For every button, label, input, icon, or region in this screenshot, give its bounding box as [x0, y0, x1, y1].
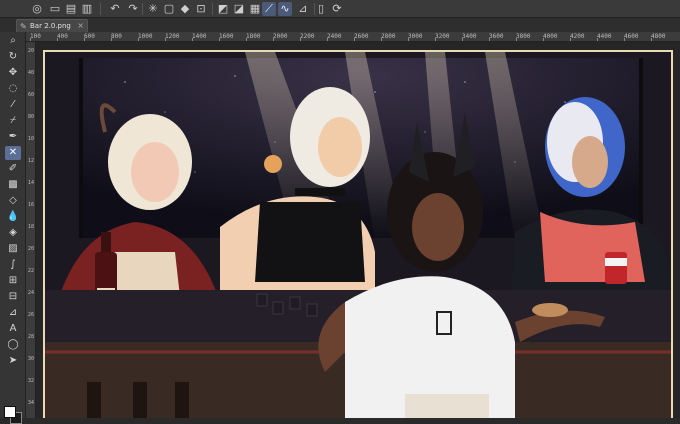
- figure-icon[interactable]: ⊞: [5, 274, 21, 288]
- ruler-top-label: 3600: [489, 33, 504, 40]
- undo-icon[interactable]: ↶: [108, 2, 122, 16]
- fill-bucket-icon[interactable]: ◈: [5, 226, 21, 240]
- open-icon[interactable]: ▭: [48, 2, 62, 16]
- artwork-illustration: [45, 52, 671, 418]
- top-ruler: 100 400 600 800 1000 1200 1400 1600 1800 2000 2200…: [26, 32, 680, 42]
- select-icon[interactable]: ➤: [5, 354, 21, 368]
- ruler-left-label: 26: [27, 312, 35, 318]
- gradient-icon[interactable]: ▨: [5, 242, 21, 256]
- ruler-top-label: 3000: [408, 33, 423, 40]
- ruler-icon[interactable]: ⊿: [296, 2, 310, 16]
- tablet-icon[interactable]: ▯: [314, 2, 328, 16]
- ruler-left-label: 60: [27, 92, 35, 98]
- magic-wand-icon[interactable]: ⁄: [5, 98, 21, 112]
- ruler-left-label: 12: [27, 158, 35, 164]
- artwork-canvas[interactable]: [43, 50, 673, 418]
- ruler-left-label: 18: [27, 224, 35, 230]
- ruler-left-label: 20: [27, 48, 35, 54]
- canvas-area[interactable]: [36, 42, 680, 418]
- ruler-top-label: 3200: [435, 33, 450, 40]
- ruler-top-label: 3400: [462, 33, 477, 40]
- ruler-top-label: 400: [57, 33, 68, 40]
- ruler-left-label: 80: [27, 114, 35, 120]
- eraser-icon[interactable]: ◇: [5, 194, 21, 208]
- ruler-left-label: 34: [27, 400, 35, 406]
- ruler-top-label: 2600: [354, 33, 369, 40]
- move-icon[interactable]: ✥: [5, 66, 21, 80]
- fill-icon[interactable]: ◆: [178, 2, 192, 16]
- export-icon[interactable]: ▥: [80, 2, 94, 16]
- brush-icon[interactable]: ✐: [5, 162, 21, 176]
- ruler-top-label: 2200: [300, 33, 315, 40]
- ruler-top-label: 2400: [327, 33, 342, 40]
- grid-icon[interactable]: ▦: [248, 2, 262, 16]
- ruler-top-label: 4200: [570, 33, 585, 40]
- stabilizer-icon[interactable]: ∿: [278, 2, 292, 16]
- curve-icon[interactable]: ∫: [5, 258, 21, 272]
- document-tab[interactable]: ✎ Bar 2.0.png ×: [16, 19, 88, 32]
- ruler-top-label: 100: [30, 33, 41, 40]
- rotate-view-icon[interactable]: ↻: [5, 50, 21, 64]
- layer-icon[interactable]: ◩: [216, 2, 230, 16]
- left-ruler: 20 40 60 80 10 12 14 16 18 20 22 24 26 28 30 32 34: [26, 42, 36, 418]
- pen-icon[interactable]: ✒: [5, 130, 21, 144]
- ruler-top-label: 600: [84, 33, 95, 40]
- zoom-icon[interactable]: ⌕: [5, 34, 21, 48]
- ruler-top-label: 3800: [516, 33, 531, 40]
- pen-pressure-icon[interactable]: ⟋: [262, 2, 276, 16]
- pattern-icon[interactable]: ▩: [5, 178, 21, 192]
- lasso-icon[interactable]: ◌: [5, 82, 21, 96]
- save-icon[interactable]: ▤: [64, 2, 78, 16]
- ruler-left-label: 30: [27, 356, 35, 362]
- ruler-top-label: 800: [111, 33, 122, 40]
- frame-icon[interactable]: ⊟: [5, 290, 21, 304]
- ruler-top-label: 1600: [219, 33, 234, 40]
- document-tab-label: Bar 2.0.png: [30, 22, 71, 30]
- ruler-top-label: 1200: [165, 33, 180, 40]
- ruler-left-label: 28: [27, 334, 35, 340]
- ruler-left-label: 10: [27, 136, 35, 142]
- foreground-color-swatch[interactable]: [4, 406, 16, 418]
- ruler-top-label: 1400: [192, 33, 207, 40]
- tool-palette: ⌕ ↻ ✥ ◌ ⁄ ⌿ ✒ ✕ ✐ ▩ ◇ 💧 ◈ ▨ ∫ ⊞ ⊟ ⊿ A ◯ …: [0, 32, 26, 424]
- document-tab-strip: ✎ Bar 2.0.png ×: [0, 18, 680, 32]
- ruler-tool-icon[interactable]: ⊿: [5, 306, 21, 320]
- close-icon[interactable]: ×: [77, 20, 84, 32]
- ruler-left-label: 40: [27, 70, 35, 76]
- ruler-top-label: 1000: [138, 33, 153, 40]
- ruler-left-label: 14: [27, 180, 35, 186]
- ruler-top-label: 4400: [597, 33, 612, 40]
- towel: [405, 394, 489, 418]
- ruler-left-label: 32: [27, 378, 35, 384]
- balloon-icon[interactable]: ◯: [5, 338, 21, 352]
- ruler-top-label: 1800: [246, 33, 261, 40]
- ruler-left-label: 24: [27, 290, 35, 296]
- rotate-icon[interactable]: ⟳: [330, 2, 344, 16]
- text-icon[interactable]: A: [5, 322, 21, 336]
- close-tool-icon[interactable]: ✕: [5, 146, 21, 160]
- ruler-top-label: 2800: [381, 33, 396, 40]
- transform-icon[interactable]: ⊡: [194, 2, 208, 16]
- soda-can: [605, 252, 627, 284]
- eyedropper-icon[interactable]: ⌿: [5, 114, 21, 128]
- mask-icon[interactable]: ◪: [232, 2, 246, 16]
- blend-icon[interactable]: 💧: [5, 210, 21, 224]
- brush-file-icon: ✎: [20, 22, 27, 31]
- ruler-left-label: 20: [27, 246, 35, 252]
- ruler-left-label: 16: [27, 202, 35, 208]
- busy-icon[interactable]: ✳: [146, 2, 160, 16]
- ruler-left-label: 22: [27, 268, 35, 274]
- ruler-top-label: 4000: [543, 33, 558, 40]
- ruler-top-label: 4800: [651, 33, 666, 40]
- fruit: [264, 155, 282, 173]
- main-toolbar: ◎ ▭ ▤ ▥ ↶ ↷ ✳ ▢ ◆ ⊡ ◩ ◪ ▦ ⟋ ∿ ⊿ ▯ ⟳: [0, 0, 680, 18]
- ruler-top-label: 4600: [624, 33, 639, 40]
- ruler-top-label: 2000: [273, 33, 288, 40]
- bowl: [532, 303, 568, 317]
- clear-icon[interactable]: ▢: [162, 2, 176, 16]
- new-file-icon[interactable]: ◎: [30, 2, 44, 16]
- redo-icon[interactable]: ↷: [126, 2, 140, 16]
